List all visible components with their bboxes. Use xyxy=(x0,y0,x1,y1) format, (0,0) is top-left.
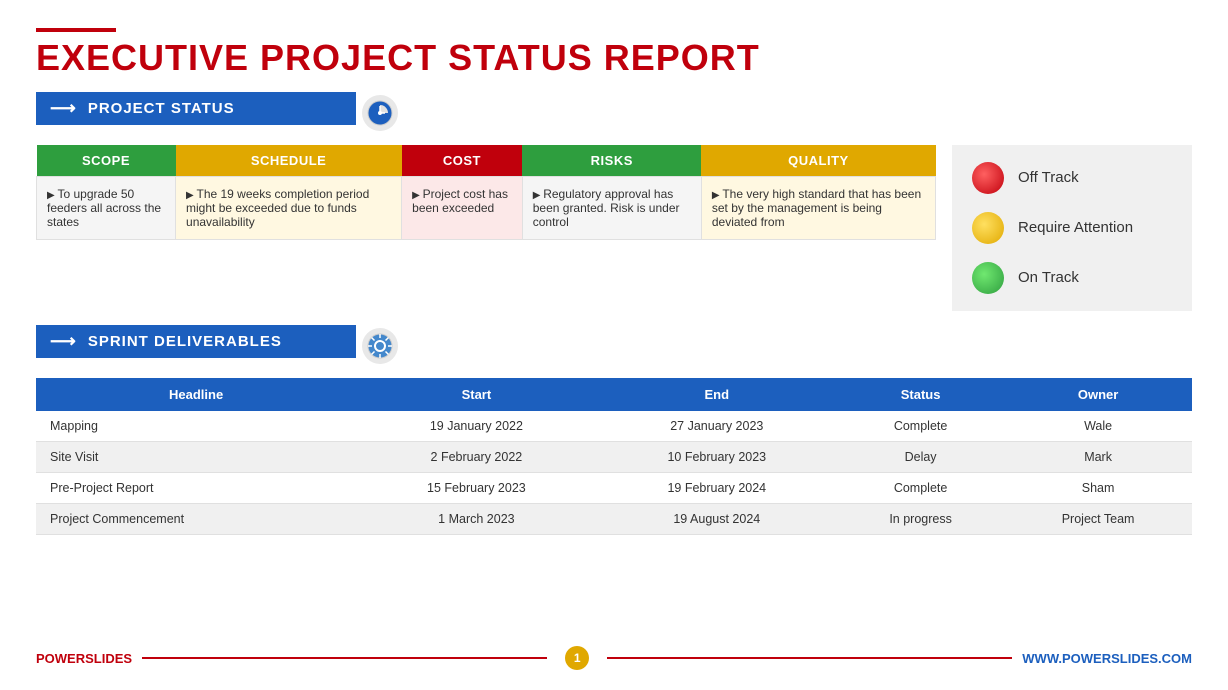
sprint-col-status: Status xyxy=(837,378,1004,411)
footer-brand-text: POWERSLIDES xyxy=(36,651,132,666)
status-row: To upgrade 50 feeders all across the sta… xyxy=(37,176,936,239)
sprint-row: Project Commencement1 March 202319 Augus… xyxy=(36,503,1192,534)
brand-gray: POWER xyxy=(36,651,85,666)
footer-url: WWW.POWERSLIDES.COM xyxy=(1022,651,1192,666)
sprint-cell-headline: Project Commencement xyxy=(36,503,356,534)
sprint-cell-headline: Site Visit xyxy=(36,441,356,472)
risks-cell: Regulatory approval has been granted. Ri… xyxy=(522,176,701,239)
on-track-label: On Track xyxy=(1018,269,1079,286)
footer-brand: POWERSLIDES xyxy=(36,651,132,666)
sprint-col-start: Start xyxy=(356,378,596,411)
sprint-icon xyxy=(366,332,394,360)
title-gray: EXECUTIVE PROJECT xyxy=(36,37,448,78)
col-risks: RISKS xyxy=(522,145,701,177)
sprint-table: Headline Start End Status Owner Mapping1… xyxy=(36,378,1192,535)
sprint-col-owner: Owner xyxy=(1004,378,1192,411)
sprint-cell-status: Complete xyxy=(837,472,1004,503)
sprint-cell-status: Delay xyxy=(837,441,1004,472)
footer-url-container: WWW.POWERSLIDES.COM xyxy=(1022,651,1192,666)
sprint-col-headline: Headline xyxy=(36,378,356,411)
sprint-cell-end: 19 February 2024 xyxy=(597,472,837,503)
sprint-cell-owner: Wale xyxy=(1004,411,1192,442)
cost-cell: Project cost has been exceeded xyxy=(402,176,523,239)
require-attention-label: Require Attention xyxy=(1018,219,1133,236)
page-title: EXECUTIVE PROJECT STATUS REPORT xyxy=(36,38,1192,78)
legend-on-track: On Track xyxy=(966,255,1178,301)
sprint-cell-owner: Mark xyxy=(1004,441,1192,472)
sprint-cell-start: 1 March 2023 xyxy=(356,503,596,534)
sprint-cell-start: 15 February 2023 xyxy=(356,472,596,503)
footer-page-number: 1 xyxy=(565,646,589,670)
sprint-cell-end: 27 January 2023 xyxy=(597,411,837,442)
red-dot xyxy=(972,162,1004,194)
sprint-cell-status: In progress xyxy=(837,503,1004,534)
off-track-label: Off Track xyxy=(1018,169,1079,186)
sprint-cell-headline: Mapping xyxy=(36,411,356,442)
project-status-label: PROJECT STATUS xyxy=(88,100,235,117)
sprint-row: Mapping19 January 202227 January 2023Com… xyxy=(36,411,1192,442)
col-scope: SCOPE xyxy=(37,145,176,177)
legend-require-attention: Require Attention xyxy=(966,205,1178,251)
status-table: SCOPE SCHEDULE COST RISKS QUALITY To upg… xyxy=(36,145,936,240)
sprint-cell-headline: Pre-Project Report xyxy=(36,472,356,503)
footer-line-right xyxy=(607,657,1012,659)
clock-icon-container xyxy=(362,95,398,131)
col-cost: COST xyxy=(402,145,523,177)
footer: POWERSLIDES 1 WWW.POWERSLIDES.COM xyxy=(36,642,1192,670)
legend-off-track: Off Track xyxy=(966,155,1178,201)
scope-cell: To upgrade 50 feeders all across the sta… xyxy=(37,176,176,239)
sprint-cell-end: 19 August 2024 xyxy=(597,503,837,534)
sprint-deliverables-label: SPRINT DELIVERABLES xyxy=(88,333,282,350)
brand-red: SLIDES xyxy=(85,651,132,666)
sprint-deliverables-bar: ⟶ SPRINT DELIVERABLES xyxy=(36,325,356,358)
sprint-row: Site Visit2 February 202210 February 202… xyxy=(36,441,1192,472)
legend: Off Track Require Attention On Track xyxy=(952,145,1192,311)
sprint-cell-status: Complete xyxy=(837,411,1004,442)
sprint-cell-end: 10 February 2023 xyxy=(597,441,837,472)
footer-line-left xyxy=(142,657,547,659)
yellow-dot xyxy=(972,212,1004,244)
project-status-bar: ⟶ PROJECT STATUS xyxy=(36,92,356,125)
page: EXECUTIVE PROJECT STATUS REPORT ⟶ PROJEC… xyxy=(0,0,1228,690)
status-section: SCOPE SCHEDULE COST RISKS QUALITY To upg… xyxy=(36,145,1192,311)
sprint-cell-start: 2 February 2022 xyxy=(356,441,596,472)
sprint-cell-owner: Project Team xyxy=(1004,503,1192,534)
col-quality: QUALITY xyxy=(701,145,935,177)
sprint-cell-owner: Sham xyxy=(1004,472,1192,503)
header-accent-line xyxy=(36,28,116,32)
arrow-icon: ⟶ xyxy=(50,98,76,119)
quality-cell: The very high standard that has been set… xyxy=(701,176,935,239)
sprint-col-end: End xyxy=(597,378,837,411)
green-dot xyxy=(972,262,1004,294)
sprint-icon-container xyxy=(362,328,398,364)
sprint-arrow-icon: ⟶ xyxy=(50,331,76,352)
schedule-cell: The 19 weeks completion period might be … xyxy=(176,176,402,239)
clock-icon xyxy=(366,99,394,127)
col-schedule: SCHEDULE xyxy=(176,145,402,177)
sprint-row: Pre-Project Report15 February 202319 Feb… xyxy=(36,472,1192,503)
sprint-cell-start: 19 January 2022 xyxy=(356,411,596,442)
title-red: STATUS REPORT xyxy=(448,37,760,78)
